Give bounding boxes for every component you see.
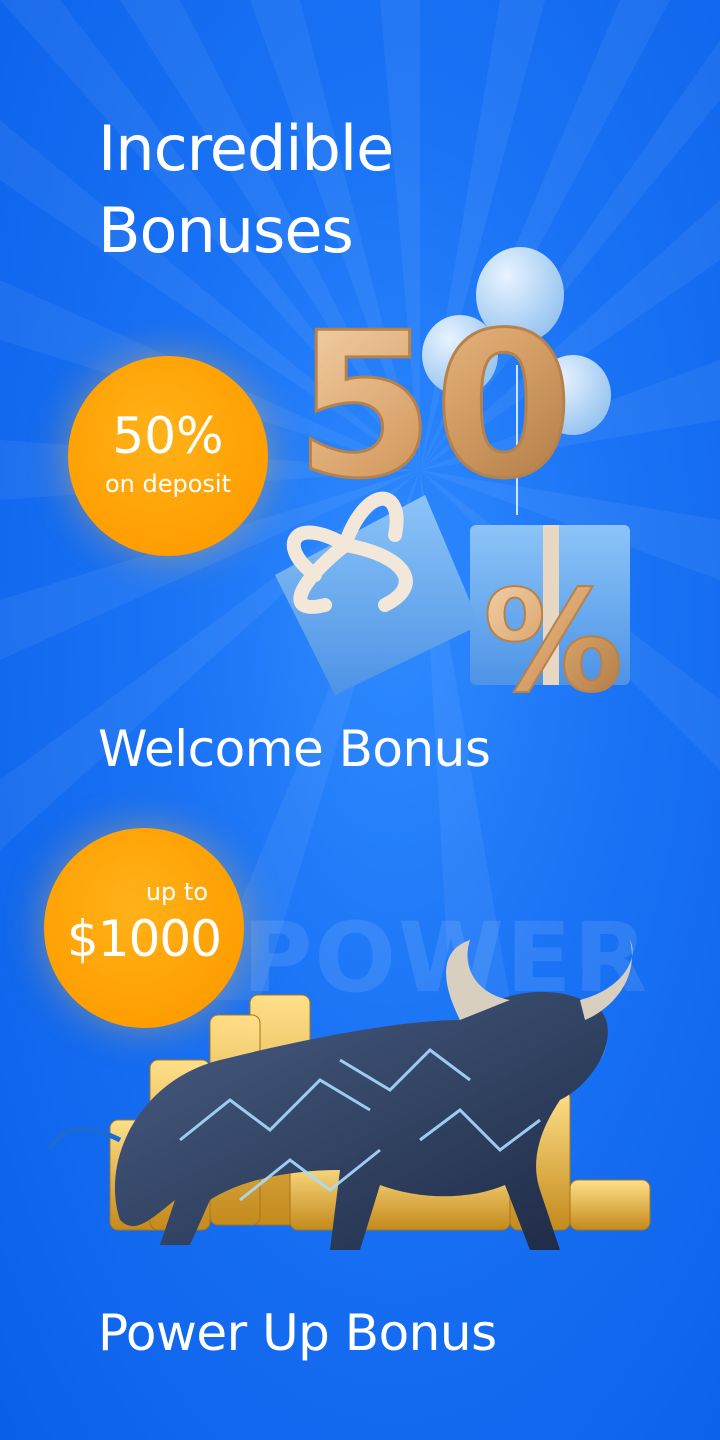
power-up-bonus-title: Power Up Bonus bbox=[98, 1304, 497, 1362]
welcome-bonus-badge: 50% on deposit bbox=[68, 356, 268, 556]
promo-page: Incredible Bonuses 50 % 50% on deposit W… bbox=[0, 0, 720, 1440]
headline-line-1: Incredible bbox=[98, 112, 394, 185]
gift-box-icon: 50 % bbox=[275, 247, 630, 715]
welcome-bonus-title: Welcome Bonus bbox=[98, 720, 491, 778]
svg-text:50: 50 bbox=[295, 290, 573, 523]
power-up-badge-caption: up to bbox=[145, 878, 208, 906]
welcome-badge-caption: on deposit bbox=[104, 470, 232, 498]
power-up-badge-value: $1000 bbox=[66, 910, 222, 968]
svg-text:%: % bbox=[483, 561, 623, 715]
welcome-badge-value: 50% bbox=[112, 407, 224, 465]
power-up-badge: up to $1000 bbox=[44, 828, 244, 1028]
